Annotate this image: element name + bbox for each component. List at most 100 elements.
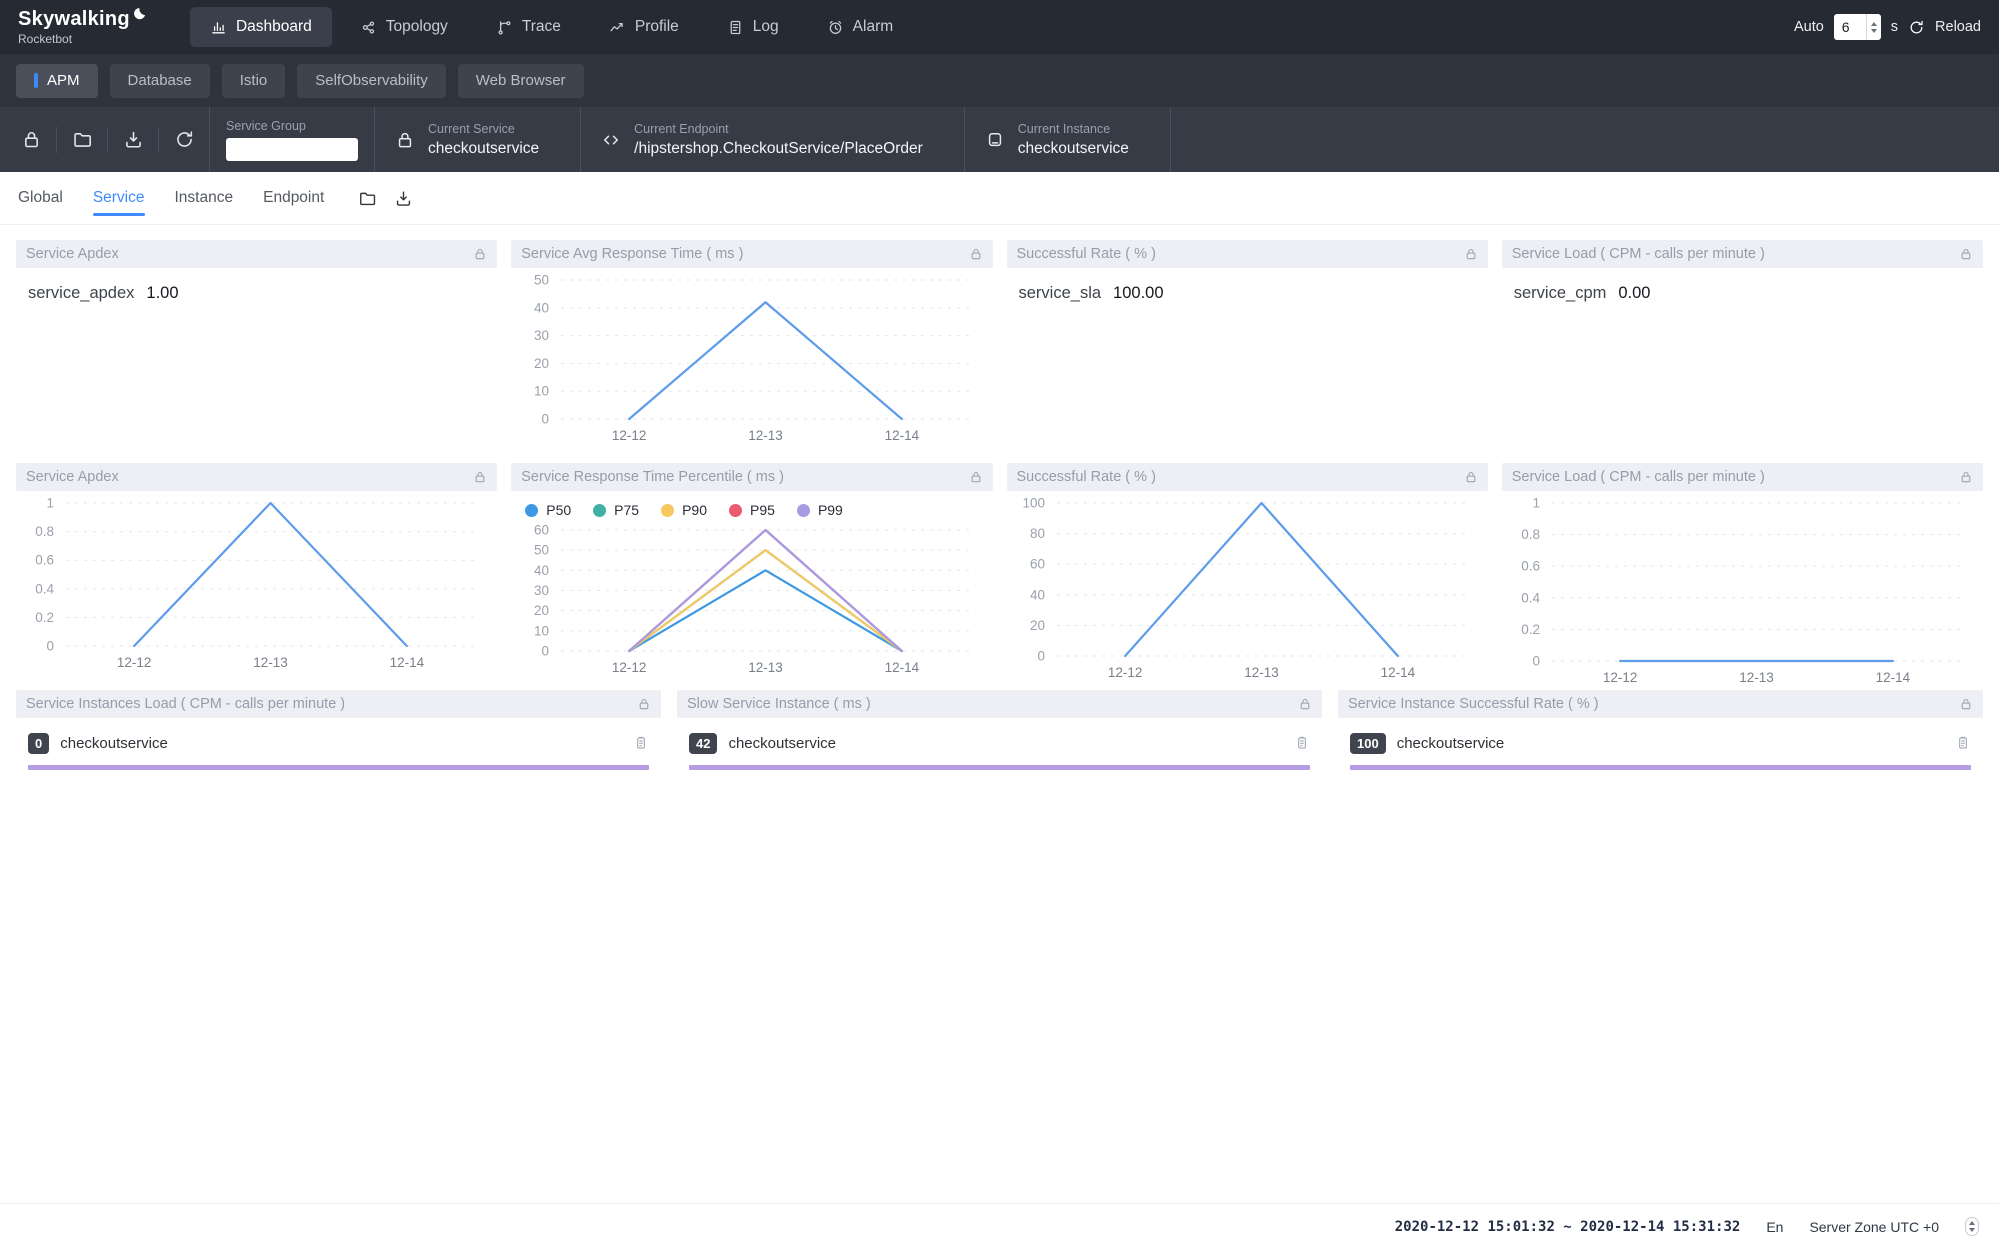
folder-icon[interactable] — [57, 129, 107, 150]
group-button-label: Database — [128, 72, 192, 89]
svg-text:0.8: 0.8 — [1521, 527, 1540, 542]
app-logo[interactable]: Skywalking Rocketbot — [18, 9, 146, 45]
legend-item-p95[interactable]: P95 — [729, 502, 775, 518]
language-toggle[interactable]: En — [1766, 1219, 1783, 1235]
download-icon[interactable] — [108, 129, 158, 150]
svg-text:60: 60 — [1029, 557, 1044, 572]
legend-item-p99[interactable]: P99 — [797, 502, 843, 518]
card-header: Successful Rate ( % ) — [1007, 463, 1488, 491]
card-title: Service Load ( CPM - calls per minute ) — [1512, 246, 1765, 262]
lock-icon[interactable] — [637, 697, 651, 711]
nav-item-alarm[interactable]: Alarm — [807, 7, 913, 47]
card-title: Service Response Time Percentile ( ms ) — [521, 469, 784, 485]
group-button-database[interactable]: Database — [110, 64, 210, 98]
tab-instance[interactable]: Instance — [175, 172, 234, 224]
svg-text:12-14: 12-14 — [1380, 665, 1415, 680]
copy-icon[interactable] — [1955, 735, 1971, 751]
tab-service[interactable]: Service — [93, 172, 145, 224]
reload-button[interactable]: Reload — [1935, 19, 1981, 35]
card-title: Service Load ( CPM - calls per minute ) — [1512, 469, 1765, 485]
group-button-apm[interactable]: APM — [16, 64, 98, 98]
instance-name: checkoutservice — [1397, 735, 1505, 752]
card-service-apdex-chart: Service Apdex 00.20.40.60.8112-1212-1312… — [16, 463, 497, 696]
svg-text:50: 50 — [534, 543, 549, 558]
nav-item-dashboard[interactable]: Dashboard — [190, 7, 332, 47]
auto-interval-value: 6 — [1834, 14, 1866, 40]
lock-icon[interactable] — [1464, 470, 1478, 484]
metric-value: 100.00 — [1113, 284, 1163, 303]
svg-text:50: 50 — [534, 273, 549, 288]
lock-icon[interactable] — [969, 247, 983, 261]
server-zone-stepper[interactable] — [1965, 1217, 1979, 1236]
legend-item-p90[interactable]: P90 — [661, 502, 707, 518]
svg-text:12-12: 12-12 — [1603, 670, 1638, 685]
group-button-web-browser[interactable]: Web Browser — [458, 64, 584, 98]
metrics-row-2: Service Apdex 00.20.40.60.8112-1212-1312… — [16, 463, 1983, 676]
nav-item-log[interactable]: Log — [707, 7, 799, 47]
card-successful-rate: Successful Rate ( % ) service_sla 100.00 — [1007, 240, 1488, 454]
instance-load-bar — [28, 765, 649, 770]
selector-current-instance[interactable]: Current Instancecheckoutservice — [965, 107, 1170, 172]
lock-icon[interactable] — [1959, 697, 1973, 711]
chart-area: P50P75P90P95P99 010203040506012-1212-131… — [511, 491, 992, 696]
svg-text:12-14: 12-14 — [1875, 670, 1910, 685]
nav-item-trace[interactable]: Trace — [476, 7, 581, 47]
lock-icon[interactable] — [969, 470, 983, 484]
card-header: Service Load ( CPM - calls per minute ) — [1502, 463, 1983, 491]
chart-area: 00.20.40.60.8112-1212-1312-14 — [16, 491, 497, 696]
legend-item-p50[interactable]: P50 — [525, 502, 571, 518]
card-instance-successful-rate: Service Instance Successful Rate ( % ) 1… — [1338, 690, 1983, 775]
crescent-icon — [130, 9, 146, 29]
scope-tabs: Global Service Instance Endpoint — [18, 172, 354, 224]
legend-label: P95 — [750, 502, 775, 518]
lock-icon[interactable] — [1959, 247, 1973, 261]
group-button-istio[interactable]: Istio — [222, 64, 286, 98]
selector-current-service[interactable]: Current Servicecheckoutservice — [375, 107, 580, 172]
legend-label: P75 — [614, 502, 639, 518]
group-button-selfobservability[interactable]: SelfObservability — [297, 64, 446, 98]
stepper-arrows[interactable] — [1866, 14, 1881, 40]
tab-global[interactable]: Global — [18, 172, 63, 224]
legend-item-p75[interactable]: P75 — [593, 502, 639, 518]
nav-item-profile[interactable]: Profile — [589, 7, 699, 47]
card-header: Service Avg Response Time ( ms ) — [511, 240, 992, 268]
selector-label: Current Endpoint — [634, 122, 923, 136]
svg-text:20: 20 — [1029, 618, 1044, 633]
topology-icon — [360, 19, 377, 36]
service-group-field: Service Group — [210, 119, 374, 161]
import-icon[interactable] — [394, 189, 413, 208]
group-button-label: Istio — [240, 72, 268, 89]
lock-icon[interactable] — [1464, 247, 1478, 261]
time-range-picker[interactable]: 2020-12-12 15:01:32 ~ 2020-12-14 15:31:3… — [1395, 1219, 1741, 1235]
logo-title: Skywalking — [18, 9, 130, 29]
lock-icon[interactable] — [473, 247, 487, 261]
tab-endpoint[interactable]: Endpoint — [263, 172, 324, 224]
line-chart: 00.20.40.60.8112-1212-1312-14 — [16, 491, 497, 696]
nav-item-label: Alarm — [853, 18, 893, 36]
card-response-time-percentile: Service Response Time Percentile ( ms ) … — [511, 463, 992, 696]
nav-item-label: Profile — [635, 18, 679, 36]
copy-icon[interactable] — [1294, 735, 1310, 751]
instance-value-badge: 100 — [1350, 733, 1386, 754]
svg-text:12-13: 12-13 — [253, 655, 288, 670]
lock-icon[interactable] — [1298, 697, 1312, 711]
refresh-icon[interactable] — [159, 129, 209, 150]
reload-icon[interactable] — [1908, 19, 1925, 36]
service-group-input[interactable] — [226, 138, 358, 161]
code-icon — [601, 130, 621, 150]
copy-icon[interactable] — [633, 735, 649, 751]
selector-current-endpoint[interactable]: Current Endpoint/hipstershop.CheckoutSer… — [581, 107, 964, 172]
nav-item-topology[interactable]: Topology — [340, 7, 468, 47]
dashboard-group-bar: APM Database Istio SelfObservability Web Bro… — [0, 54, 1999, 107]
legend-label: P99 — [818, 502, 843, 518]
card-service-apdex: Service Apdex service_apdex 1.00 — [16, 240, 497, 454]
lock-icon — [395, 130, 415, 150]
lock-icon[interactable] — [6, 129, 56, 150]
chart-legend: P50 P75 P90 P95 P99 — [511, 491, 992, 518]
card-title: Service Instances Load ( CPM - calls per… — [26, 696, 345, 712]
lock-icon[interactable] — [1959, 470, 1973, 484]
auto-interval-input[interactable]: 6 — [1834, 14, 1881, 40]
folder-icon[interactable] — [358, 189, 377, 208]
legend-dot — [729, 504, 742, 517]
lock-icon[interactable] — [473, 470, 487, 484]
